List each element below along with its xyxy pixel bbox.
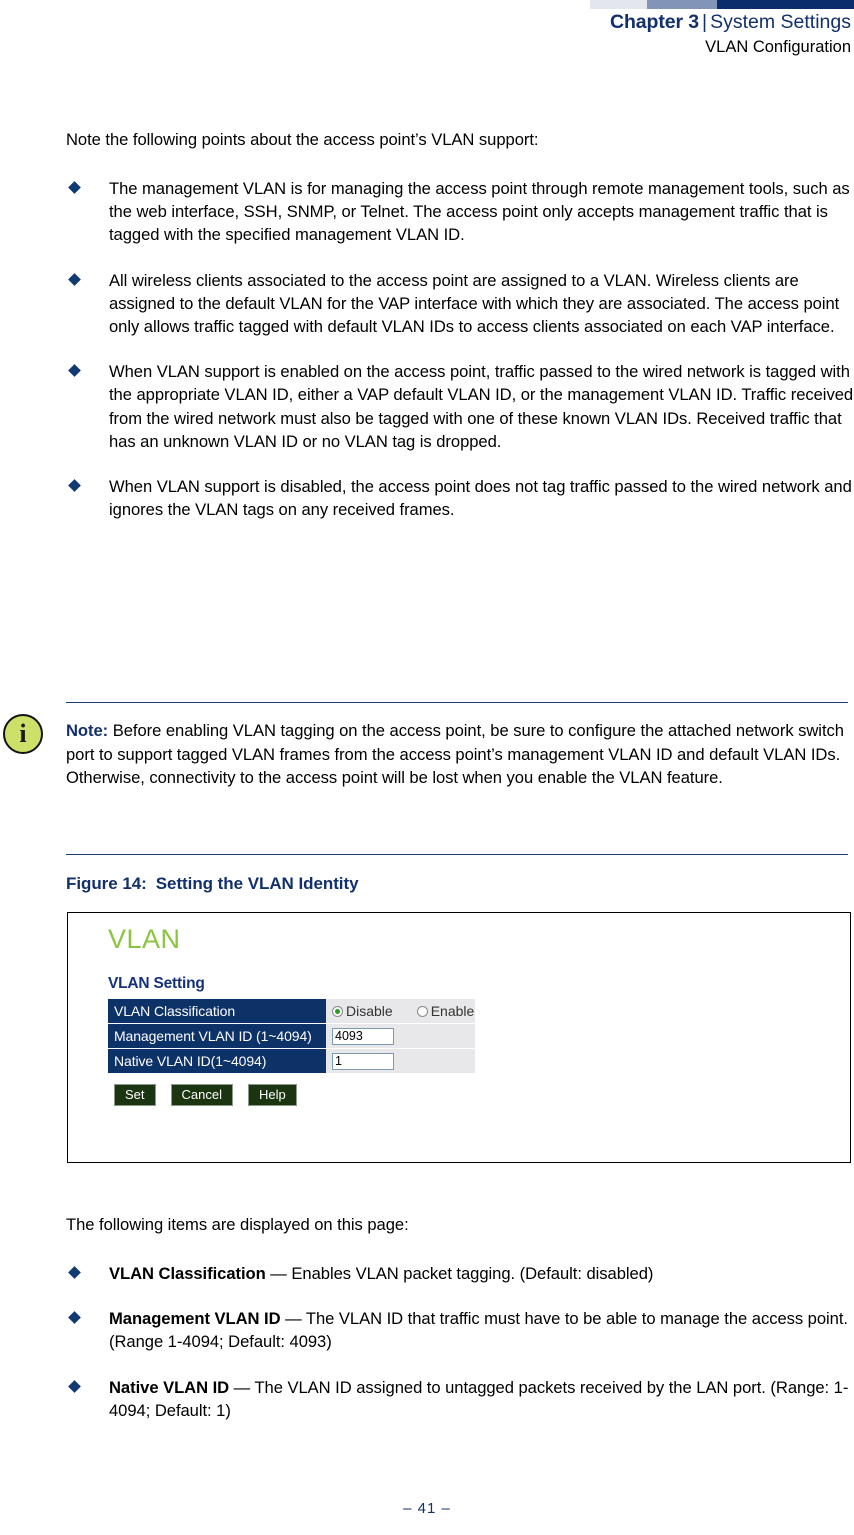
list-item-text: All wireless clients associated to the a… [109, 270, 840, 337]
header-color-bars [0, 0, 854, 9]
figure-title: Setting the VLAN Identity [155, 874, 359, 893]
note-divider-bottom [66, 854, 848, 855]
row-label-native-vlan-id: Native VLAN ID(1~4094) [108, 1048, 326, 1074]
list-item: The management VLAN is for managing the … [66, 177, 854, 247]
list-item: When VLAN support is disabled, the acces… [66, 475, 854, 521]
list-item: Management VLAN ID — The VLAN ID that tr… [66, 1307, 854, 1353]
cancel-button[interactable]: Cancel [170, 1084, 233, 1106]
list-item: Native VLAN ID — The VLAN ID assigned to… [66, 1376, 854, 1422]
field-description: — Enables VLAN packet tagging. (Default:… [265, 1264, 654, 1283]
diamond-bullet-icon [68, 272, 81, 286]
row-label-management-vlan-id: Management VLAN ID (1~4094) [108, 1023, 326, 1049]
vlan-settings-table: VLAN Classification Disable Enable Manag… [108, 999, 475, 1074]
list-item: All wireless clients associated to the a… [66, 269, 854, 339]
chapter-separator: | [702, 11, 708, 33]
page-header: Chapter 3 | System Settings VLAN Configura… [151, 9, 851, 58]
header-bar-mid [647, 0, 717, 9]
management-vlan-id-input[interactable] [332, 1027, 394, 1045]
field-term: VLAN Classification [109, 1264, 266, 1283]
diamond-bullet-icon [68, 1266, 81, 1279]
diamond-bullet-icon [68, 181, 81, 194]
note-callout: i Note: Before enabling VLAN tagging on … [0, 702, 854, 857]
panel-button-row: Set Cancel Help [108, 1084, 528, 1106]
vlan-points-list: The management VLAN is for managing the … [66, 177, 854, 521]
row-label-vlan-classification: VLAN Classification [108, 999, 326, 1024]
row-value-vlan-classification: Disable Enable [326, 999, 475, 1024]
diamond-bullet-icon [68, 479, 81, 492]
chapter-section: System Settings [710, 11, 851, 33]
header-bar-light [590, 0, 647, 9]
vlan-config-panel: VLAN VLAN Setting VLAN Classification Di… [108, 921, 528, 1106]
list-item-text: When VLAN support is enabled on the acce… [109, 362, 854, 451]
radio-option-enable[interactable]: Enable [416, 1003, 475, 1019]
list-item: VLAN Classification — Enables VLAN packe… [66, 1262, 854, 1285]
note-divider-top [66, 702, 848, 703]
main-content: Note the following points about the acce… [66, 128, 854, 521]
radio-disable-icon[interactable] [332, 1005, 343, 1017]
radio-enable-label: Enable [430, 1003, 475, 1019]
row-value-management-vlan-id [326, 1023, 475, 1049]
info-icon-glyph: i [19, 719, 27, 748]
figure-caption: Figure 14: Setting the VLAN Identity [66, 874, 359, 894]
radio-disable-label: Disable [346, 1003, 393, 1019]
table-row: VLAN Classification Disable Enable [108, 999, 475, 1024]
lower-intro-paragraph: The following items are displayed on thi… [66, 1215, 409, 1234]
set-button[interactable]: Set [114, 1084, 156, 1106]
diamond-bullet-icon [68, 1311, 81, 1325]
lower-content: The following items are displayed on thi… [66, 1213, 854, 1422]
chapter-number: Chapter 3 [609, 11, 700, 33]
page-subtitle: VLAN Configuration [705, 38, 851, 56]
field-term: Management VLAN ID [109, 1309, 281, 1329]
help-button[interactable]: Help [247, 1084, 297, 1106]
chapter-heading: Chapter 3 | System Settings [151, 9, 851, 35]
list-item-text: When VLAN support is disabled, the acces… [109, 477, 852, 520]
info-icon: i [3, 714, 43, 754]
radio-enable-icon[interactable] [416, 1005, 428, 1017]
diamond-bullet-icon [68, 1379, 81, 1393]
page-number: – 41 – [403, 1500, 451, 1517]
figure-screenshot: VLAN VLAN Setting VLAN Classification Di… [67, 912, 851, 1163]
radio-option-disable[interactable]: Disable [332, 1003, 393, 1019]
intro-paragraph: Note the following points about the acce… [66, 130, 539, 149]
note-body: Before enabling VLAN tagging on the acce… [66, 721, 844, 788]
header-bar-dark [717, 0, 854, 9]
table-row: Management VLAN ID (1~4094) [108, 1023, 475, 1049]
list-item: When VLAN support is enabled on the acce… [66, 360, 854, 453]
note-label: Note: [66, 721, 109, 740]
note-text: Note: Before enabling VLAN tagging on th… [66, 719, 852, 790]
native-vlan-id-input[interactable] [332, 1052, 394, 1070]
field-term: Native VLAN ID [109, 1377, 230, 1397]
figure-label: Figure 14: [66, 874, 147, 893]
vlan-panel-title: VLAN [108, 924, 181, 954]
table-row: Native VLAN ID(1~4094) [108, 1048, 475, 1074]
list-item-text: The management VLAN is for managing the … [109, 179, 850, 245]
row-value-native-vlan-id [326, 1048, 475, 1074]
vlan-setting-heading: VLAN Setting [108, 975, 205, 992]
diamond-bullet-icon [68, 364, 81, 378]
field-descriptions-list: VLAN Classification — Enables VLAN packe… [66, 1262, 854, 1422]
